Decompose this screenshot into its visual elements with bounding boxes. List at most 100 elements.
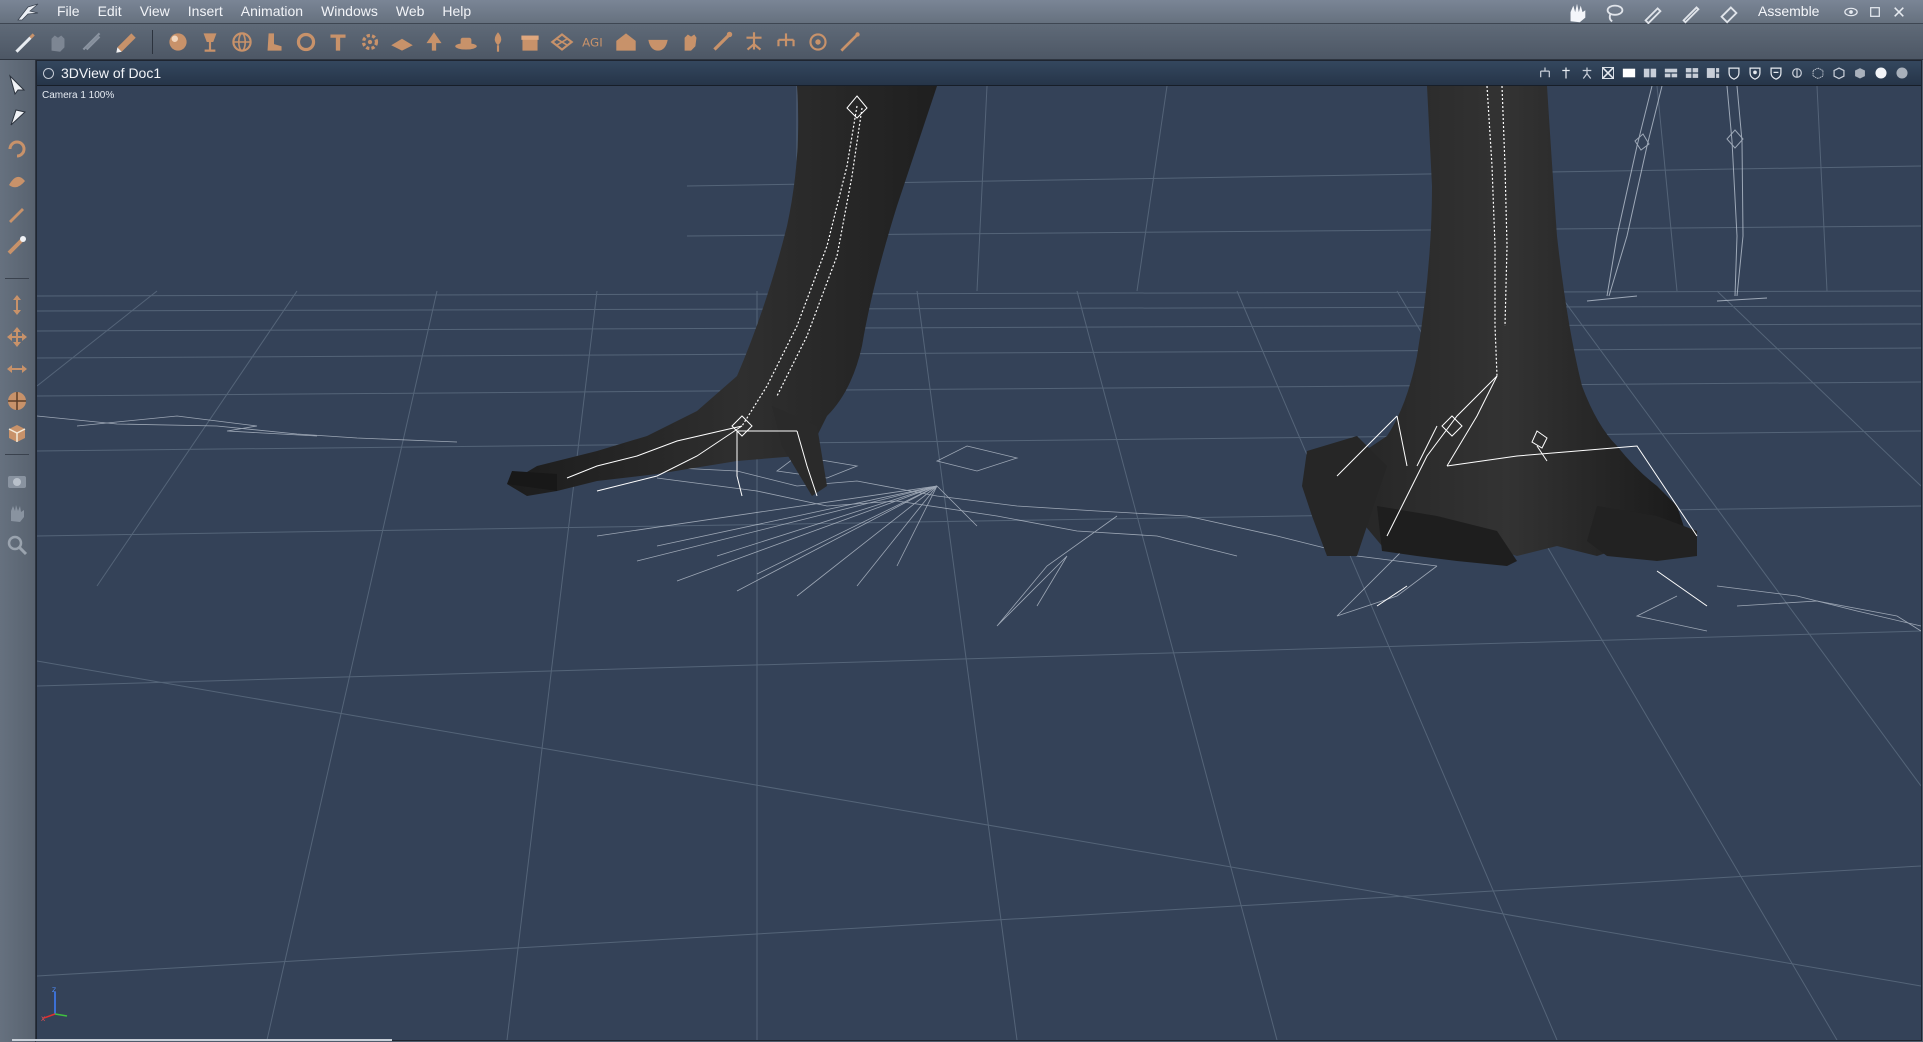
boot-icon[interactable] — [260, 28, 288, 56]
gear-icon[interactable] — [356, 28, 384, 56]
hand-grab-icon[interactable] — [44, 28, 72, 56]
tree-icon[interactable] — [420, 28, 448, 56]
lattice-icon[interactable] — [548, 28, 576, 56]
rotate-icon[interactable] — [4, 136, 30, 162]
shield-a-icon[interactable] — [1726, 65, 1742, 81]
tool-strip — [0, 60, 36, 1042]
workspace-label[interactable]: Assemble — [1758, 0, 1819, 23]
status-strip — [12, 1039, 392, 1041]
solid-box-icon[interactable] — [1852, 65, 1868, 81]
text-icon[interactable] — [324, 28, 352, 56]
globe-icon[interactable] — [228, 28, 256, 56]
bones-view-icon[interactable] — [1558, 65, 1574, 81]
menu-animation[interactable]: Animation — [232, 0, 312, 23]
menu-edit[interactable]: Edit — [89, 0, 131, 23]
menu-windows[interactable]: Windows — [312, 0, 387, 23]
gift-icon[interactable] — [516, 28, 544, 56]
shaded-sphere-icon[interactable] — [1873, 65, 1889, 81]
3d-scene[interactable] — [37, 86, 1921, 1040]
eraser-mode-icon[interactable] — [1717, 1, 1747, 24]
shield-c-icon[interactable] — [1768, 65, 1784, 81]
distant-skeleton — [1586, 86, 1768, 302]
menu-file[interactable]: File — [48, 0, 89, 23]
window-controls — [1843, 0, 1907, 23]
toolbar-left-group — [10, 28, 140, 56]
menu-view[interactable]: View — [131, 0, 179, 23]
shield-b-icon[interactable] — [1747, 65, 1763, 81]
dual-view-icon[interactable] — [1642, 65, 1658, 81]
axis-z-label: Z — [52, 987, 56, 994]
material-paint-icon[interactable] — [112, 28, 140, 56]
right-foot-model — [1302, 86, 1708, 607]
pen-icon[interactable] — [4, 200, 30, 226]
pan-hand-icon[interactable] — [4, 500, 30, 526]
split-view-icon[interactable] — [1705, 65, 1721, 81]
textured-sphere-icon[interactable] — [1894, 65, 1910, 81]
menu-bar: File Edit View Insert Animation Windows Web Hel… — [0, 0, 1923, 24]
bone-add-icon[interactable] — [708, 28, 736, 56]
ik-view-icon[interactable] — [1600, 65, 1616, 81]
menu-web[interactable]: Web — [387, 0, 434, 23]
camera-icon[interactable] — [4, 468, 30, 494]
box-icon[interactable] — [4, 420, 30, 446]
viewport-window: 3DView of Doc1 Camera 1 100% Z X — [36, 60, 1922, 1041]
brush-mode-icon[interactable] — [1641, 1, 1671, 24]
svg-text:AGI: AGI — [582, 35, 603, 49]
toolbar-create-group: AGI — [164, 28, 864, 56]
viewport-title: 3DView of Doc1 — [61, 65, 162, 81]
pencil-mode-icon[interactable] — [1679, 1, 1709, 24]
menu-items: File Edit View Insert Animation Windows Web Hel… — [48, 0, 480, 23]
eye-icon[interactable] — [1843, 4, 1859, 20]
target-icon[interactable] — [804, 28, 832, 56]
edit-brush-icon[interactable] — [10, 28, 38, 56]
hierarchy-icon[interactable] — [772, 28, 800, 56]
twist-icon[interactable] — [4, 168, 30, 194]
bone-edit-icon[interactable] — [4, 232, 30, 258]
viewport-controls — [1537, 64, 1910, 82]
skeleton-icon[interactable] — [740, 28, 768, 56]
close-icon[interactable] — [1891, 4, 1907, 20]
sphere-icon[interactable] — [164, 28, 192, 56]
glove-icon[interactable] — [676, 28, 704, 56]
bbox-icon[interactable] — [1831, 65, 1847, 81]
viewport-close-button[interactable] — [43, 68, 54, 79]
torch-icon[interactable] — [484, 28, 512, 56]
ring-icon[interactable] — [292, 28, 320, 56]
wire-box-icon[interactable] — [1810, 65, 1826, 81]
lasso-mode-icon[interactable] — [1603, 1, 1633, 23]
axis-x-label: X — [41, 1016, 45, 1022]
toolbar-separator — [152, 30, 153, 54]
skeleton-view-icon[interactable] — [1579, 65, 1595, 81]
bowl-icon[interactable] — [644, 28, 672, 56]
toolstrip-separator — [5, 454, 29, 455]
hat-icon[interactable] — [452, 28, 480, 56]
wand-icon[interactable] — [836, 28, 864, 56]
zoom-icon[interactable] — [4, 532, 30, 558]
ground-grid — [37, 86, 1921, 1040]
move-icon[interactable] — [4, 292, 30, 318]
scale-icon[interactable] — [4, 356, 30, 382]
quad-view-icon[interactable] — [1684, 65, 1700, 81]
node-arrow-icon[interactable] — [4, 104, 30, 130]
main-toolbar: AGI — [0, 24, 1923, 60]
select-arrow-icon[interactable] — [4, 72, 30, 98]
light-icon[interactable] — [1789, 65, 1805, 81]
house-icon[interactable] — [612, 28, 640, 56]
viewport-titlebar: 3DView of Doc1 — [37, 61, 1921, 86]
left-foot-model — [507, 86, 937, 497]
move-all-icon[interactable] — [4, 324, 30, 350]
trackball-icon[interactable] — [4, 388, 30, 414]
single-view-icon[interactable] — [1621, 65, 1637, 81]
axis-gizmo-icon: Z X — [41, 987, 68, 1022]
maximize-icon[interactable] — [1867, 4, 1883, 20]
hierarchy-view-icon[interactable] — [1537, 65, 1553, 81]
chalice-icon[interactable] — [196, 28, 224, 56]
menu-help[interactable]: Help — [433, 0, 480, 23]
agi-icon[interactable]: AGI — [580, 28, 608, 56]
hand-mode-icon[interactable] — [1565, 1, 1595, 23]
triple-view-icon[interactable] — [1663, 65, 1679, 81]
menu-insert[interactable]: Insert — [179, 0, 232, 23]
mesh-fade-icon[interactable] — [78, 28, 106, 56]
plane-icon[interactable] — [388, 28, 416, 56]
toolstrip-separator — [5, 278, 29, 279]
